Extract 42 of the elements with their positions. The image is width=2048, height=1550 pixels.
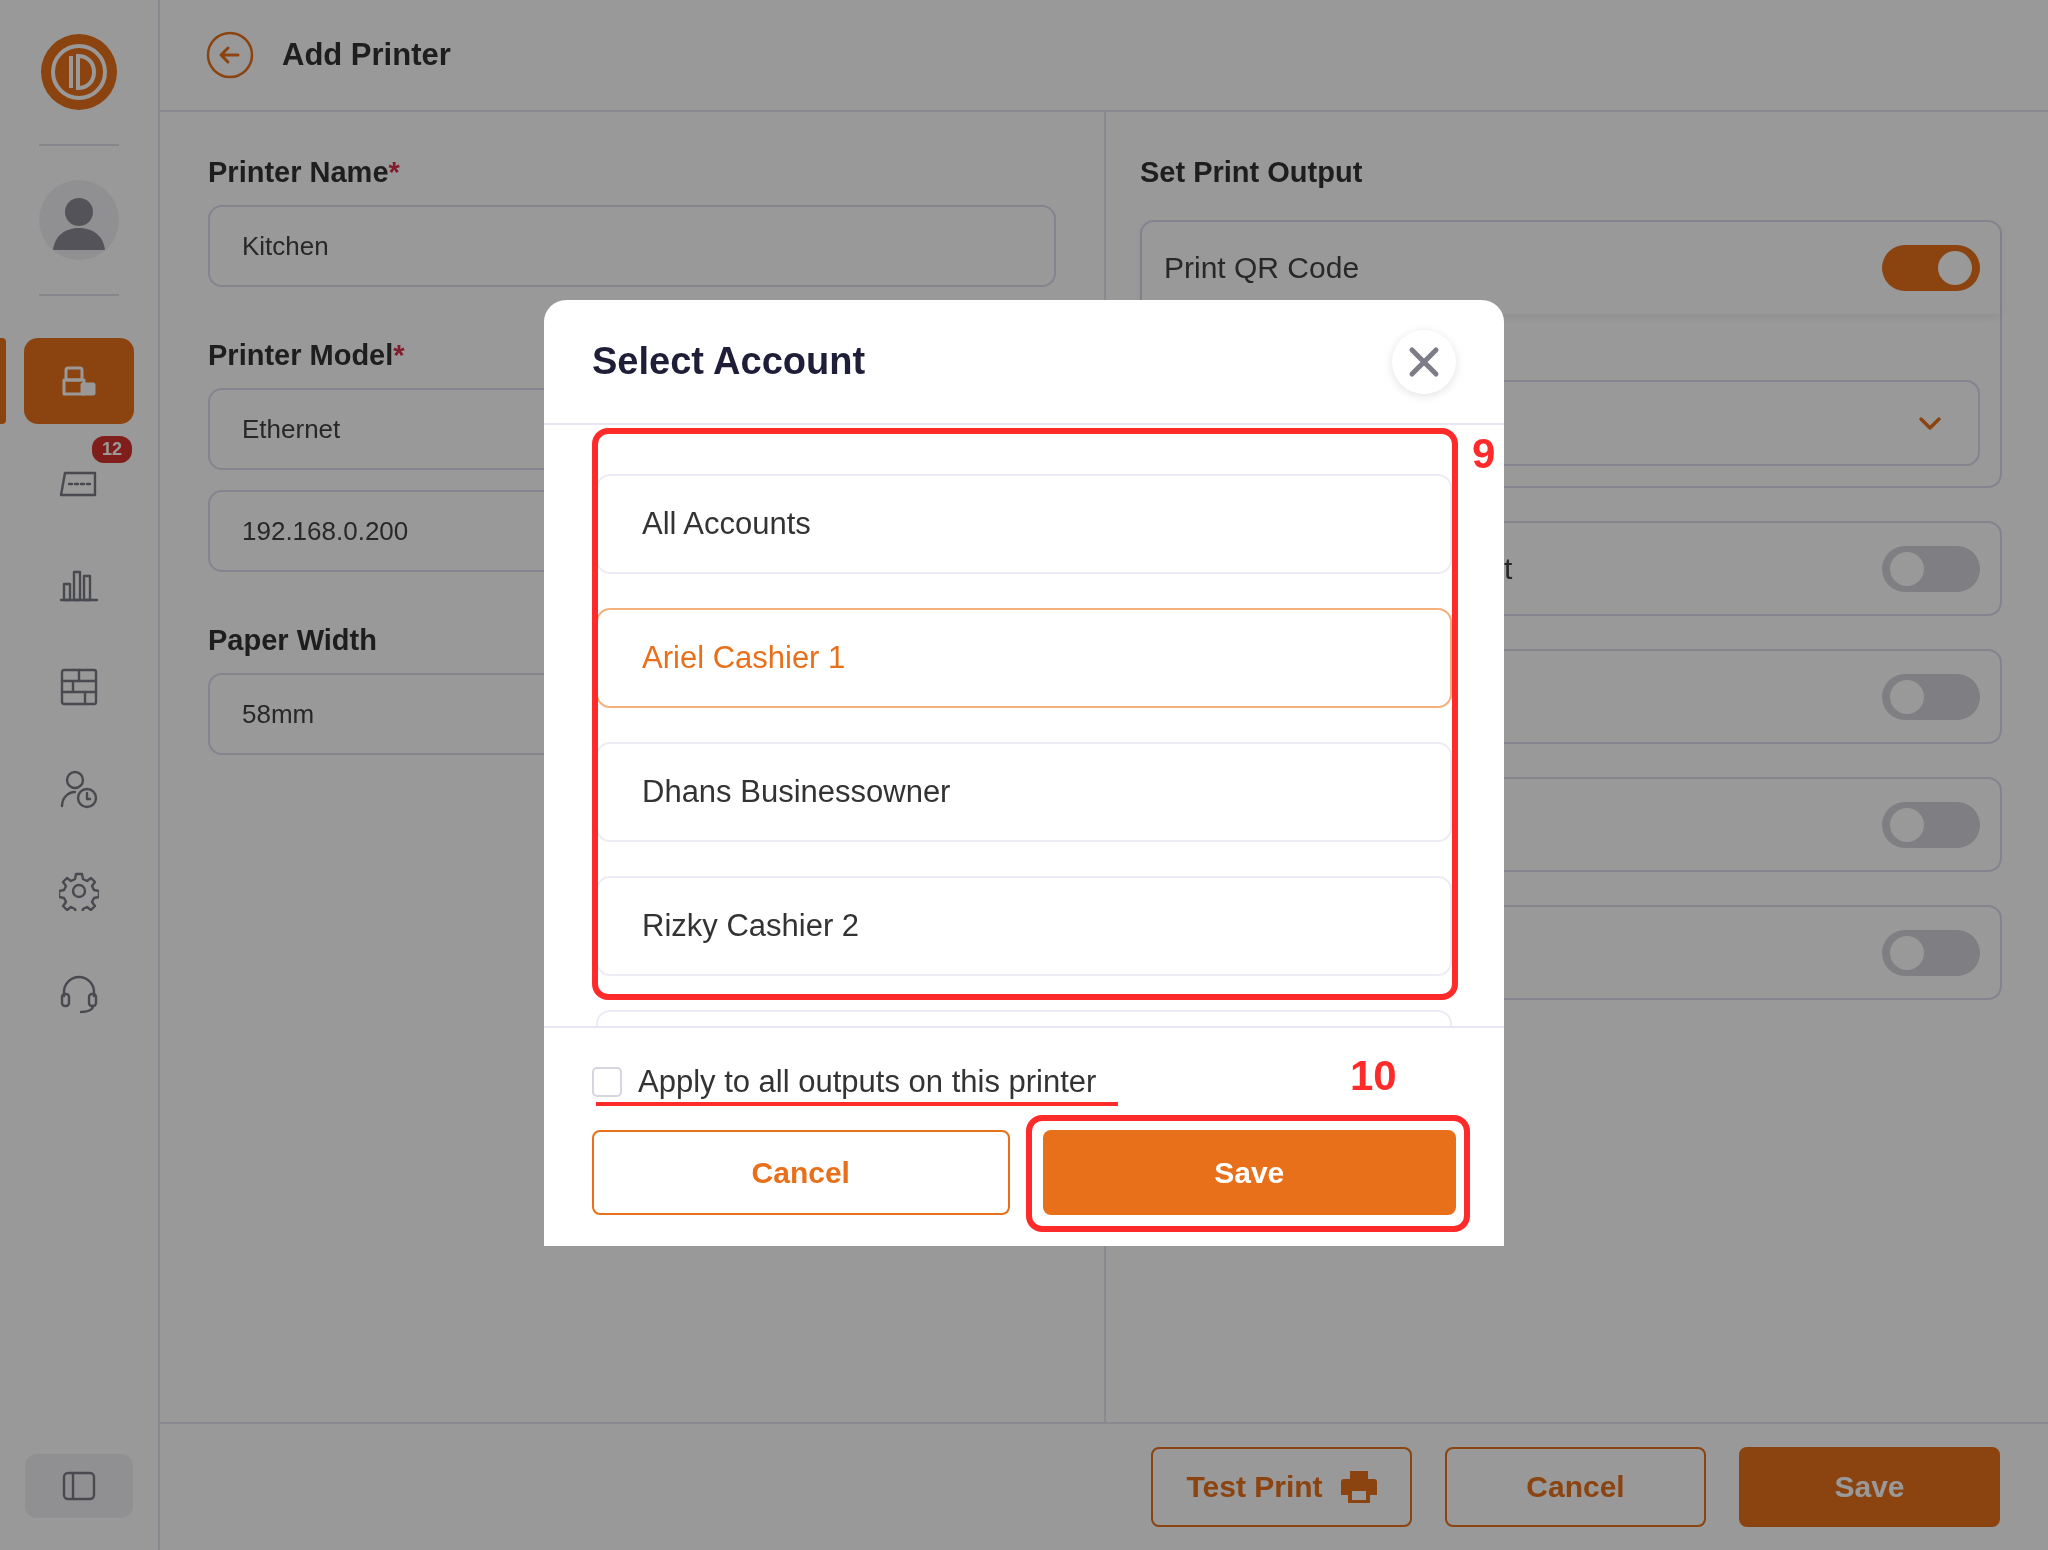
- annotation-number: 10: [1350, 1052, 1397, 1100]
- test-print-button[interactable]: Test Print: [1151, 1447, 1412, 1527]
- printer-icon: [1340, 1469, 1377, 1505]
- row-label: Print QR Code: [1164, 251, 1360, 285]
- sidebar-toggle-button[interactable]: [25, 1454, 133, 1518]
- account-option[interactable]: Dhans Businessowner: [596, 742, 1452, 842]
- field-label: Printer Model: [208, 339, 394, 372]
- cancel-button[interactable]: Cancel: [1445, 1447, 1706, 1527]
- person-clock-icon: [59, 768, 99, 810]
- section-title: Set Print Output: [1140, 156, 1364, 189]
- input-field[interactable]: Kitchen: [208, 205, 1056, 287]
- close-button[interactable]: [1392, 329, 1456, 394]
- close-icon: [1408, 345, 1440, 378]
- row-label: t: [1503, 551, 1513, 586]
- toggle-switch[interactable]: [1882, 929, 1980, 976]
- save-button[interactable]: Save: [1042, 1130, 1456, 1215]
- toggle-switch[interactable]: [1882, 801, 1980, 848]
- printer-icon: [60, 364, 98, 398]
- settings-icon: [59, 871, 99, 911]
- save-button[interactable]: Save: [1739, 1447, 2000, 1527]
- nav-item[interactable]: [24, 338, 134, 424]
- dialog-title: Select Account: [592, 340, 866, 383]
- back-icon[interactable]: [206, 31, 254, 79]
- field-label: Paper Width: [208, 624, 377, 657]
- page-title: Add Printer: [282, 37, 451, 73]
- required-mark: *: [388, 156, 400, 189]
- cancel-button[interactable]: Cancel: [592, 1130, 1010, 1215]
- toggle-switch[interactable]: [1882, 545, 1980, 592]
- account-option[interactable]: All Accounts: [596, 474, 1452, 574]
- shelves-icon: [59, 667, 99, 707]
- toggle-switch[interactable]: [1882, 245, 1980, 291]
- annotation-number: 9: [1472, 430, 1496, 478]
- sidebar-panel-icon: [62, 1471, 96, 1501]
- account-option[interactable]: Rizky Cashier 2: [596, 876, 1452, 976]
- toggle-switch[interactable]: [1882, 673, 1980, 720]
- chevron-down-icon: [1918, 415, 1942, 431]
- required-mark: *: [393, 339, 405, 372]
- account-option[interactable]: Ariel Cashier 1: [596, 608, 1452, 708]
- checkbox-label: Apply to all outputs on this printer: [638, 1064, 1097, 1100]
- field-label: Printer Name: [208, 156, 389, 189]
- checkbox[interactable]: [592, 1067, 622, 1097]
- notification-badge: 12: [91, 436, 132, 463]
